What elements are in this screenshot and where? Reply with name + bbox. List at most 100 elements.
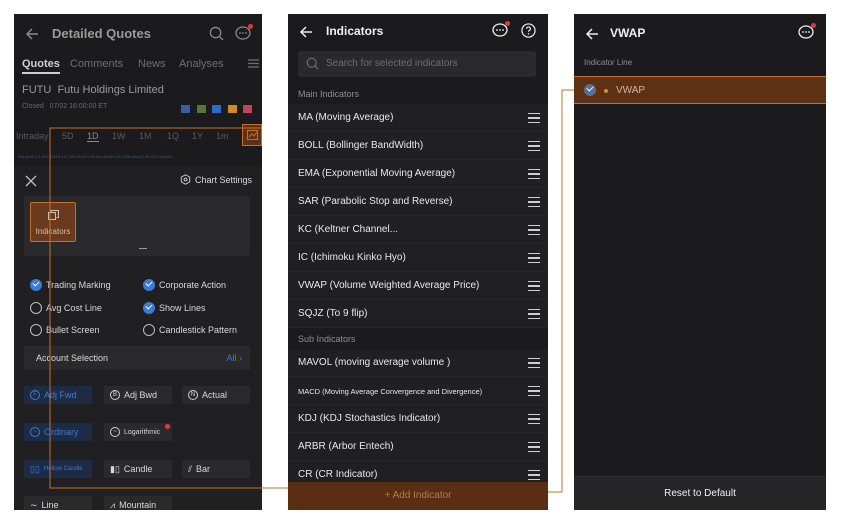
indicator-row[interactable]: MAVOL (moving average volume )	[288, 349, 548, 377]
new-badge	[165, 424, 170, 429]
checked-icon[interactable]	[584, 84, 596, 96]
market-status: Closed 07/02 16:00:00 ET	[22, 103, 107, 110]
indicator-row[interactable]: MA (Moving Average)	[288, 104, 548, 132]
indicators-button[interactable]: Indicators	[30, 202, 76, 242]
close-icon[interactable]	[24, 174, 38, 188]
page-title: VWAP	[610, 26, 646, 40]
ordinary-label: Ordinary	[44, 427, 79, 437]
indicator-row[interactable]: SAR (Parabolic Stop and Reverse)	[288, 188, 548, 216]
tab-analyses[interactable]: Analyses	[179, 58, 224, 70]
ma-values: MA MA5:171.696 MA10:167.582 MA20:156.864…	[18, 154, 176, 159]
drag-handle-icon[interactable]	[528, 253, 540, 263]
indicators-area: Indicators	[24, 196, 250, 256]
section-main-indicators: Main Indicators	[288, 84, 548, 104]
range-intraday[interactable]: Intraday	[16, 131, 49, 141]
page-title: Detailed Quotes	[52, 26, 151, 41]
mountain-button[interactable]: ⩘ Mountain	[104, 496, 172, 510]
drag-handle-icon[interactable]	[528, 281, 540, 291]
search-input[interactable]: Search for selected indicators	[298, 51, 536, 77]
logarithmic-scale-button[interactable]: ~ Logarithmic	[104, 423, 172, 441]
line-color-dot	[604, 89, 608, 93]
heart-icon[interactable]	[243, 105, 252, 113]
adj-fwd-button[interactable]: F Adj Fwd	[24, 386, 92, 404]
hollow-candle-icon: ▯▯	[30, 463, 40, 474]
unchecked-icon	[143, 324, 155, 336]
indicator-row[interactable]: KC (Keltner Channel...	[288, 216, 548, 244]
range-5d[interactable]: 5D	[62, 131, 74, 141]
drag-handle-icon[interactable]	[528, 141, 540, 151]
account-selection-label: Account Selection	[36, 353, 109, 363]
option-show-lines[interactable]: Show Lines	[143, 302, 206, 314]
drag-handle-icon[interactable]	[528, 197, 540, 207]
chart-settings-link[interactable]: Chart Settings	[180, 174, 252, 185]
adj-bwd-icon: B	[110, 390, 120, 400]
indicator-row[interactable]: MACD (Moving Average Convergence and Div…	[288, 377, 548, 405]
range-1y[interactable]: 1Y	[192, 131, 203, 141]
vwap-line-row[interactable]: VWAP	[574, 76, 826, 104]
option-avg-cost-line[interactable]: Avg Cost Line	[30, 302, 102, 314]
option-label: Candlestick Pattern	[159, 325, 238, 335]
candle-button[interactable]: ▮▯ Candle	[104, 460, 172, 478]
indicator-label: MACD (Moving Average Convergence and Div…	[298, 387, 483, 396]
drag-handle-icon[interactable]	[528, 309, 540, 319]
indicator-row[interactable]: KDJ (KDJ Stochastics Indicator)	[288, 405, 548, 433]
option-trading-marking[interactable]: Trading Marking	[30, 279, 111, 291]
indicator-shortcut-button[interactable]	[242, 124, 262, 146]
option-bullet-screen[interactable]: Bullet Screen	[30, 324, 100, 336]
back-arrow-icon[interactable]	[584, 26, 600, 42]
indicator-label: CR (CR Indicator)	[298, 469, 378, 480]
hollow-candle-button[interactable]: ▯▯ Hollow Candle	[24, 460, 92, 478]
quote-tabs: Quotes Comments News Analyses	[22, 58, 259, 76]
indicator-label: IC (Ichimoku Kinko Hyo)	[298, 252, 406, 263]
chart-screen: Detailed Quotes Quotes Comments News Ana…	[14, 14, 262, 510]
drag-handle-icon[interactable]	[528, 470, 540, 480]
range-1q[interactable]: 1Q	[167, 131, 179, 141]
indicator-row[interactable]: SQJZ (To 9 flip)	[288, 300, 548, 328]
option-candlestick-pattern[interactable]: Candlestick Pattern	[143, 324, 237, 336]
indicator-row[interactable]: BOLL (Bollinger BandWidth)	[288, 132, 548, 160]
back-arrow-icon[interactable]	[298, 24, 314, 40]
indicator-row[interactable]: VWAP (Volume Weighted Average Price)	[288, 272, 548, 300]
drag-handle	[139, 248, 147, 249]
menu-icon[interactable]	[248, 59, 259, 68]
line-button[interactable]: ∼ Line	[24, 496, 92, 510]
range-1w[interactable]: 1W	[112, 131, 126, 141]
help-icon[interactable]	[521, 23, 536, 38]
indicator-label: SAR (Parabolic Stop and Reverse)	[298, 196, 453, 207]
account-selection-value: All ›	[226, 353, 242, 363]
drag-handle-icon[interactable]	[528, 386, 540, 396]
search-icon[interactable]	[209, 26, 224, 41]
stock-name: Futu Holdings Limited	[57, 84, 164, 96]
tab-comments[interactable]: Comments	[70, 58, 123, 70]
status-time: 07/02 16:00:00 ET	[49, 103, 108, 110]
drag-handle-icon[interactable]	[528, 358, 540, 368]
drag-handle-icon[interactable]	[528, 414, 540, 424]
account-selection-row[interactable]: Account Selection All ›	[24, 346, 250, 370]
actual-button[interactable]: N Actual	[182, 386, 250, 404]
bar-button[interactable]: ⫽ Bar	[182, 460, 250, 478]
indicator-row[interactable]: ARBR (Arbor Entech)	[288, 433, 548, 461]
tab-news[interactable]: News	[138, 58, 166, 70]
range-1d[interactable]: 1D	[87, 131, 99, 142]
s-badge-icon	[212, 105, 222, 113]
drag-handle-icon[interactable]	[528, 169, 540, 179]
drag-handle-icon[interactable]	[528, 442, 540, 452]
adj-bwd-button[interactable]: B Adj Bwd	[104, 386, 172, 404]
checked-icon	[30, 279, 42, 291]
indicator-row[interactable]: EMA (Exponential Moving Average)	[288, 160, 548, 188]
range-1m[interactable]: 1M	[139, 131, 152, 141]
range-1min[interactable]: 1m	[216, 131, 229, 141]
adj-fwd-icon: F	[30, 390, 40, 400]
ordinary-scale-button[interactable]: ~ Ordinary	[24, 423, 92, 441]
back-arrow-icon[interactable]	[24, 26, 40, 42]
us-flag-icon	[181, 105, 191, 113]
indicator-row[interactable]: IC (Ichimoku Kinko Hyo)	[288, 244, 548, 272]
drag-handle-icon[interactable]	[528, 225, 540, 235]
option-corporate-action[interactable]: Corporate Action	[143, 279, 226, 291]
drag-handle-icon[interactable]	[528, 113, 540, 123]
tab-quotes[interactable]: Quotes	[22, 58, 60, 74]
indicators-screen: Indicators Search for selected indicator…	[288, 14, 548, 510]
option-label: Trading Marking	[46, 280, 111, 290]
reset-to-default-button[interactable]: Reset to Default	[574, 476, 826, 510]
add-indicator-button[interactable]: + Add Indicator	[288, 482, 548, 510]
